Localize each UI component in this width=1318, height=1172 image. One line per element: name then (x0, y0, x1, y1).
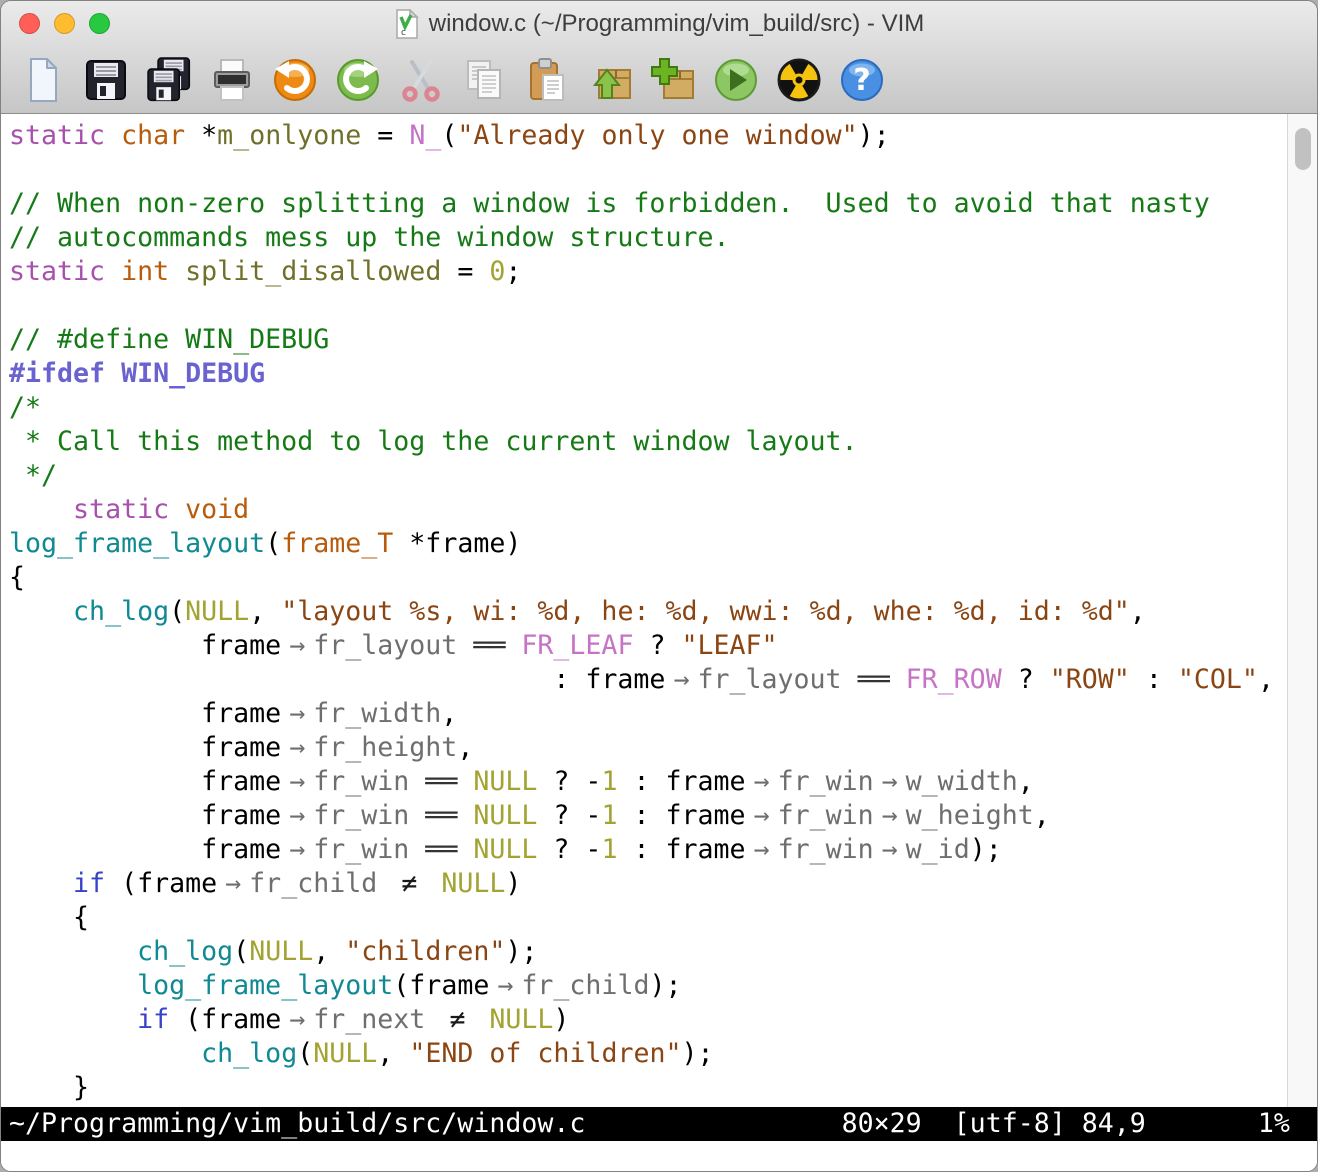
window-title: window.c (~/Programming/vim_build/src) -… (429, 10, 924, 38)
save-button[interactable] (82, 56, 130, 104)
code-line: // #define WIN_DEBUG (9, 323, 1287, 357)
run-script-icon (712, 56, 760, 104)
save-all-button[interactable] (145, 56, 193, 104)
code-line: static char *m_onlyone = N_("Already onl… (9, 119, 1287, 153)
save-all-icon (145, 56, 193, 104)
window-header: c window.c (~/Programming/vim_build/src)… (1, 1, 1317, 114)
status-scroll-position: 1% (1258, 1108, 1290, 1139)
code-line: : frame→fr_layout ══ FR_ROW ? "ROW" : "C… (9, 663, 1287, 697)
svg-text:c: c (401, 28, 406, 38)
code-line: static void (9, 493, 1287, 527)
code-line: log_frame_layout(frame→fr_child); (9, 969, 1287, 1003)
code-line: { (9, 561, 1287, 595)
load-session-icon (586, 56, 634, 104)
code-line: if (frame→fr_child ≠ NULL) (9, 867, 1287, 901)
code-line: // autocommands mess up the window struc… (9, 221, 1287, 255)
status-window-size: 80×29 (842, 1108, 922, 1139)
load-session-button[interactable] (586, 56, 634, 104)
cut-button[interactable] (397, 56, 445, 104)
zoom-button[interactable] (89, 13, 110, 34)
code-line: frame→fr_win ══ NULL ? -1 : frame→fr_win… (9, 799, 1287, 833)
help-button[interactable] (838, 56, 886, 104)
title-bar: c window.c (~/Programming/vim_build/src)… (1, 1, 1317, 47)
command-line (1, 1141, 1317, 1171)
save-icon (82, 56, 130, 104)
save-session-icon (649, 56, 697, 104)
scrollbar-thumb[interactable] (1295, 128, 1311, 170)
cut-icon (397, 56, 445, 104)
code-line: static int split_disallowed = 0; (9, 255, 1287, 289)
status-line: ~/Programming/vim_build/src/window.c 80×… (1, 1107, 1317, 1141)
code-line: frame→fr_win ══ NULL ? -1 : frame→fr_win… (9, 833, 1287, 867)
code-line: frame→fr_layout ══ FR_LEAF ? "LEAF" (9, 629, 1287, 663)
help-icon (838, 56, 886, 104)
code-line: ch_log(NULL, "layout %s, wi: %d, he: %d,… (9, 595, 1287, 629)
paste-icon (523, 56, 571, 104)
code-line: { (9, 901, 1287, 935)
status-encoding: [utf-8] (954, 1108, 1066, 1139)
code-line: // When non-zero splitting a window is f… (9, 187, 1287, 221)
code-line: } (9, 1071, 1287, 1105)
undo-button[interactable] (271, 56, 319, 104)
code-line (9, 289, 1287, 323)
code-line: /* (9, 391, 1287, 425)
run-script-button[interactable] (712, 56, 760, 104)
save-session-button[interactable] (649, 56, 697, 104)
code-line: if (frame→fr_next ≠ NULL) (9, 1003, 1287, 1037)
print-icon (208, 56, 256, 104)
redo-icon (334, 56, 382, 104)
print-button[interactable] (208, 56, 256, 104)
tool-bar (1, 47, 1317, 113)
window-title-group: c window.c (~/Programming/vim_build/src)… (394, 9, 924, 39)
code-line: frame→fr_width, (9, 697, 1287, 731)
code-line: frame→fr_height, (9, 731, 1287, 765)
make-button[interactable] (775, 56, 823, 104)
minimize-button[interactable] (54, 13, 75, 34)
copy-button[interactable] (460, 56, 508, 104)
code-line (9, 153, 1287, 187)
code-line: ch_log(NULL, "children"); (9, 935, 1287, 969)
status-file-path: ~/Programming/vim_build/src/window.c (9, 1108, 585, 1139)
code-line: ch_log(NULL, "END of children"); (9, 1037, 1287, 1071)
code-line: */ (9, 459, 1287, 493)
status-cursor-position: 84,9 (1082, 1108, 1146, 1139)
undo-icon (271, 56, 319, 104)
code-line: #ifdef WIN_DEBUG (9, 357, 1287, 391)
code-line: log_frame_layout(frame_T *frame) (9, 527, 1287, 561)
paste-button[interactable] (523, 56, 571, 104)
make-icon (775, 56, 823, 104)
copy-icon (460, 56, 508, 104)
redo-button[interactable] (334, 56, 382, 104)
vertical-scrollbar[interactable] (1287, 114, 1317, 1107)
close-button[interactable] (19, 13, 40, 34)
code-line: frame→fr_win ══ NULL ? -1 : frame→fr_win… (9, 765, 1287, 799)
vim-window: c window.c (~/Programming/vim_build/src)… (0, 0, 1318, 1172)
new-file-icon (19, 56, 67, 104)
document-proxy-icon: c (394, 9, 420, 39)
code-editor[interactable]: static char *m_onlyone = N_("Already onl… (1, 114, 1287, 1107)
new-file-button[interactable] (19, 56, 67, 104)
editor-main: static char *m_onlyone = N_("Already onl… (1, 114, 1317, 1107)
code-line: * Call this method to log the current wi… (9, 425, 1287, 459)
traffic-lights (19, 13, 110, 34)
